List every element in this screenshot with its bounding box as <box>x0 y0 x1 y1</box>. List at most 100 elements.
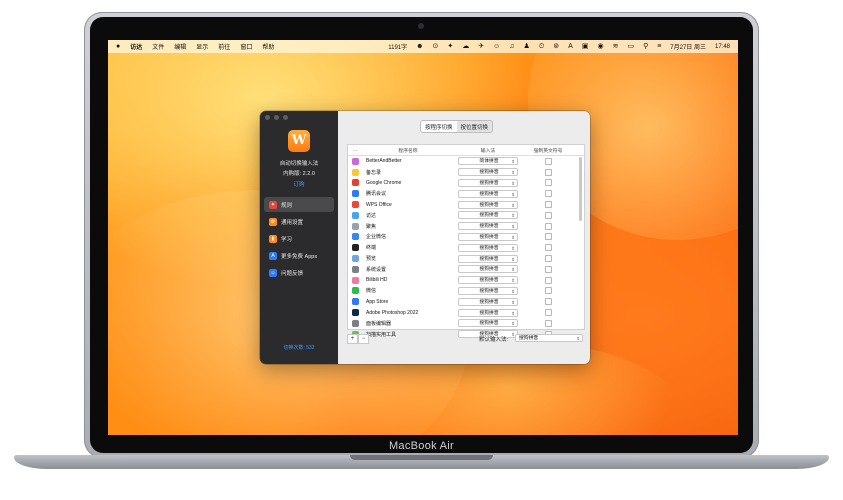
force-english-checkbox[interactable] <box>544 190 552 198</box>
table-row[interactable]: WPS Office 搜狗拼音 ⇕ <box>348 199 584 210</box>
add-button[interactable]: + <box>347 334 358 344</box>
status-icon-7[interactable]: ♫ <box>509 40 514 53</box>
table-row[interactable]: 访达 搜狗拼音 ⇕ <box>348 210 584 221</box>
status-icon-9[interactable]: ⏲ <box>539 40 544 53</box>
ime-select[interactable]: 搜狗拼音 ⇕ <box>458 211 518 220</box>
force-english-checkbox[interactable] <box>544 201 552 209</box>
scrollbar[interactable] <box>579 157 582 221</box>
table-row[interactable]: 微信 搜狗拼音 ⇕ <box>348 286 584 297</box>
apple-menu-icon[interactable]: ● <box>116 40 120 53</box>
ime-select[interactable]: 搜狗拼音 ⇕ <box>458 319 518 328</box>
ime-select[interactable]: 搜狗拼音 ⇕ <box>458 168 518 177</box>
menubar-time[interactable]: 17:48 <box>715 44 730 50</box>
ime-value: 搜狗拼音 <box>479 202 499 208</box>
ime-select[interactable]: 搜狗拼音 ⇕ <box>458 222 518 231</box>
sidebar-item-more-apps[interactable]: A 更多免费 Apps <box>264 248 334 263</box>
control-center-icon[interactable]: ≡ <box>657 40 661 53</box>
remove-button[interactable]: − <box>358 334 369 344</box>
status-icon-4[interactable]: ☁ <box>462 40 469 53</box>
status-icon-12[interactable]: ▣ <box>582 40 589 53</box>
table-row[interactable]: 聚焦 搜狗拼音 ⇕ <box>348 221 584 232</box>
ime-select[interactable]: 搜狗拼音 ⇕ <box>458 265 518 274</box>
sidebar-item-learn[interactable]: ▮ 学习 <box>264 231 334 246</box>
header-more[interactable]: ... <box>348 148 362 153</box>
header-force-english[interactable]: 强制英文符号 <box>522 147 574 154</box>
table-row[interactable]: App Store 搜狗拼音 ⇕ <box>348 296 584 307</box>
ime-select[interactable]: 搜狗拼音 ⇕ <box>458 200 518 209</box>
header-input-method[interactable]: 输入法 <box>454 147 522 154</box>
force-english-checkbox[interactable] <box>544 233 552 241</box>
ime-select[interactable]: 搜狗拼音 ⇕ <box>458 232 518 241</box>
force-english-checkbox[interactable] <box>544 168 552 176</box>
table-row[interactable]: Bilibili HD 搜狗拼音 ⇕ <box>348 275 584 286</box>
force-english-checkbox[interactable] <box>544 298 552 306</box>
wifi-icon[interactable]: ≋ <box>613 40 619 53</box>
table-row[interactable]: 面板编辑器 搜狗拼音 ⇕ <box>348 318 584 329</box>
table-row[interactable]: 备忘录 搜狗拼音 ⇕ <box>348 167 584 178</box>
force-english-checkbox[interactable] <box>544 157 552 165</box>
menu-view[interactable]: 显示 <box>196 42 208 51</box>
table-row[interactable]: 腾讯会议 搜狗拼音 ⇕ <box>348 188 584 199</box>
table-row[interactable]: 终端 搜狗拼音 ⇕ <box>348 242 584 253</box>
force-english-checkbox[interactable] <box>544 179 552 187</box>
force-english-checkbox[interactable] <box>544 309 552 317</box>
table-row[interactable]: 企业微信 搜狗拼音 ⇕ <box>348 232 584 243</box>
menu-help[interactable]: 帮助 <box>262 42 274 51</box>
ime-cell: 简体拼音 ⇕ <box>454 157 522 166</box>
sidebar-item-feedback[interactable]: ☺ 问题反馈 <box>264 265 334 280</box>
table-row[interactable]: 预览 搜狗拼音 ⇕ <box>348 253 584 264</box>
minimize-button[interactable] <box>274 115 279 120</box>
force-english-checkbox[interactable] <box>544 255 552 263</box>
chevron-updown-icon: ⇕ <box>511 180 515 186</box>
table-row[interactable]: BetterAndBetter 简体拼音 ⇕ <box>348 156 584 167</box>
menu-file[interactable]: 文件 <box>152 42 164 51</box>
zoom-button[interactable] <box>283 115 288 120</box>
force-english-checkbox[interactable] <box>544 265 552 273</box>
ime-select[interactable]: 简体拼音 ⇕ <box>458 157 518 166</box>
status-icon-1[interactable]: ☻ <box>416 40 423 53</box>
menu-finder[interactable]: 访达 <box>130 42 142 51</box>
chevron-updown-icon: ⇕ <box>511 213 515 219</box>
table-row[interactable]: Adobe Photoshop 2022 搜狗拼音 ⇕ <box>348 307 584 318</box>
status-icon-2[interactable]: ⊙ <box>433 40 439 53</box>
force-english-checkbox[interactable] <box>544 319 552 327</box>
force-english-checkbox[interactable] <box>544 287 552 295</box>
status-icon-5[interactable]: ✈ <box>478 40 484 53</box>
ime-select[interactable]: 搜狗拼音 ⇕ <box>458 297 518 306</box>
word-count-status[interactable]: 1191字 <box>388 42 407 51</box>
menubar-date[interactable]: 7月27日 周三 <box>670 42 706 51</box>
battery-icon[interactable]: ▭ <box>627 40 634 53</box>
status-icon-3[interactable]: ✦ <box>447 40 453 53</box>
spotlight-icon[interactable]: ⚲ <box>643 40 648 53</box>
status-icon-6[interactable]: ☺ <box>493 40 500 53</box>
table-row[interactable]: Google Chrome 搜狗拼音 ⇕ <box>348 178 584 189</box>
tab-by-app[interactable]: 按程序切换 <box>421 121 457 132</box>
force-english-checkbox[interactable] <box>544 276 552 284</box>
table-row[interactable]: 系统设置 搜狗拼音 ⇕ <box>348 264 584 275</box>
status-icon-13[interactable]: ◉ <box>597 40 603 53</box>
ime-select[interactable]: 搜狗拼音 ⇕ <box>458 308 518 317</box>
app-logo: W <box>288 130 310 152</box>
default-ime-select[interactable]: 搜狗拼音 ⇕ <box>515 334 583 342</box>
status-icon-8[interactable]: ♟ <box>524 40 530 53</box>
force-english-checkbox[interactable] <box>544 244 552 252</box>
ime-select[interactable]: 搜狗拼音 ⇕ <box>458 243 518 252</box>
ime-select[interactable]: 搜狗拼音 ⇕ <box>458 189 518 198</box>
tab-by-location[interactable]: 按位置切换 <box>457 121 493 132</box>
header-app-name[interactable]: 程序名称 <box>362 147 454 154</box>
menu-window[interactable]: 窗口 <box>240 42 252 51</box>
force-english-checkbox[interactable] <box>544 211 552 219</box>
ime-select[interactable]: 搜狗拼音 ⇕ <box>458 178 518 187</box>
close-button[interactable] <box>265 115 270 120</box>
status-icon-10[interactable]: ⊚ <box>553 40 559 53</box>
input-method-icon[interactable]: A <box>568 40 573 53</box>
sidebar-item-general[interactable]: ⚙ 通用设置 <box>264 214 334 229</box>
sidebar-item-rules[interactable]: ✦ 规则 <box>264 197 334 212</box>
subscribe-link[interactable]: 订购 <box>260 180 338 188</box>
ime-select[interactable]: 搜狗拼音 ⇕ <box>458 276 518 285</box>
ime-select[interactable]: 搜狗拼音 ⇕ <box>458 254 518 263</box>
menu-go[interactable]: 前往 <box>218 42 230 51</box>
menu-edit[interactable]: 编辑 <box>174 42 186 51</box>
force-english-checkbox[interactable] <box>544 222 552 230</box>
ime-select[interactable]: 搜狗拼音 ⇕ <box>458 286 518 295</box>
